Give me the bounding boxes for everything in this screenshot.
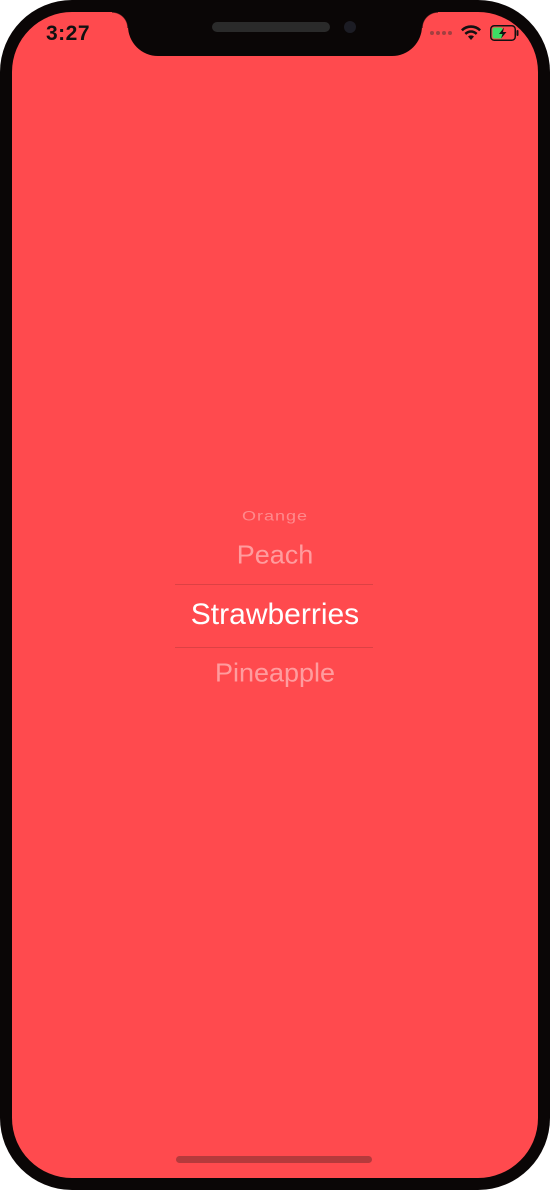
wifi-icon	[460, 25, 482, 41]
status-icons	[430, 22, 520, 44]
battery-charging-icon	[490, 25, 520, 41]
picker-item-orange[interactable]: Orange	[175, 509, 375, 525]
app-screen: 3:27 Orange Peach Strawberries Pineapple	[12, 12, 538, 1178]
phone-frame: 3:27 Orange Peach Strawberries Pineapple	[0, 0, 550, 1190]
home-indicator[interactable]	[176, 1156, 372, 1163]
front-camera	[344, 21, 356, 33]
device-notch	[112, 12, 438, 56]
signal-dots-icon	[430, 31, 452, 35]
speaker-grille	[212, 22, 330, 32]
picker-item-peach[interactable]: Peach	[175, 541, 375, 570]
picker-item-pineapple[interactable]: Pineapple	[175, 659, 375, 688]
status-time: 3:27	[46, 22, 91, 45]
selection-divider-top	[175, 584, 373, 585]
selection-divider-bottom	[175, 647, 373, 648]
picker-item-selected[interactable]: Strawberries	[175, 598, 375, 632]
fruit-picker[interactable]: Orange Peach Strawberries Pineapple	[175, 490, 375, 710]
